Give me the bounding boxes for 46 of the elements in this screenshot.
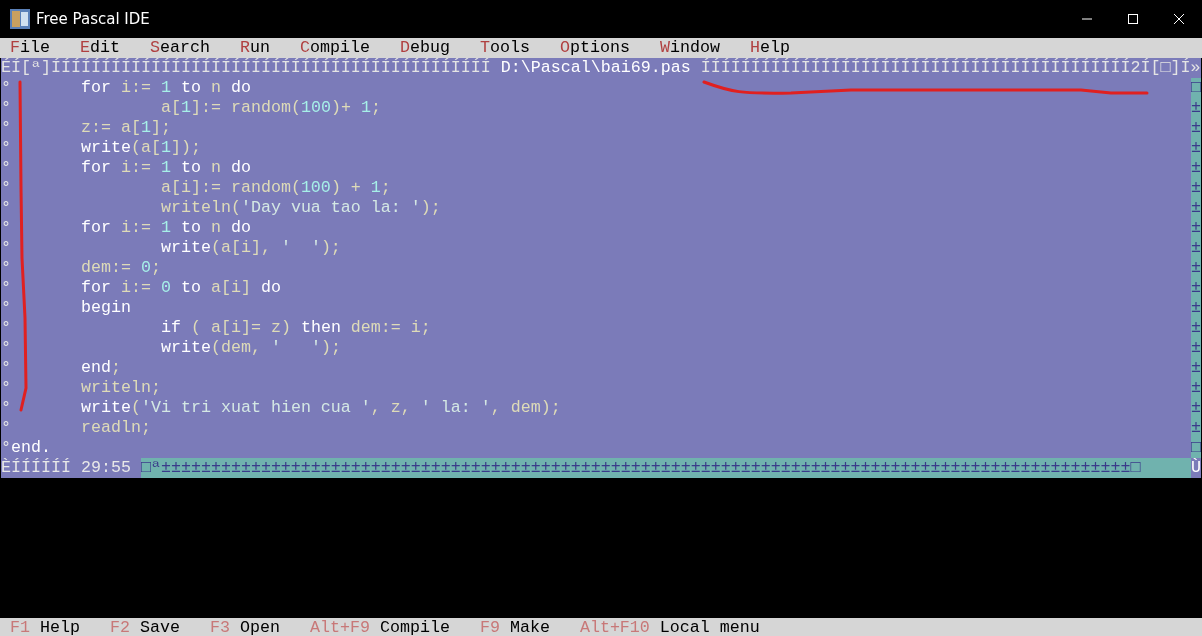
code-line: ° write(dem, ' ');	[1, 338, 341, 358]
code-line: ° readln;	[1, 418, 151, 438]
menu-item[interactable]: Debug	[399, 38, 450, 58]
code-line: ° write(a[1]);	[1, 138, 201, 158]
menu-item[interactable]: Options	[559, 38, 630, 58]
window-title: Free Pascal IDE	[36, 10, 151, 28]
cursor-position: ÈÍÍÍÍÍÍ 29:55	[1, 458, 132, 478]
code-line: °end.	[1, 438, 51, 458]
menu-item[interactable]: Edit	[80, 38, 120, 58]
code-line: ° a[1]:= random(100)+ 1;	[1, 98, 381, 118]
code-line: ° z:= a[1];	[1, 118, 171, 138]
menu-item[interactable]: Compile	[300, 38, 370, 58]
code-line: ° if ( a[i]= z) then dem:= i;	[1, 318, 431, 338]
code-line: ° end;	[1, 358, 121, 378]
code-line: ° write(a[i], ' ');	[1, 238, 341, 258]
code-line: ° writeln('Day vua tao la: ');	[1, 198, 441, 218]
code-line: ° for i:= 0 to a[i] do	[1, 278, 281, 298]
shortcut-hint[interactable]: Alt+F9 Compile	[309, 618, 450, 636]
code-line: ° begin	[1, 298, 131, 318]
frame-border: ÍÍÍÍÍÍÍÍÍÍÍÍÍÍÍÍÍÍÍÍÍÍÍÍÍÍÍÍÍÍÍÍÍÍÍÍÍÍÍÍÍÍÍ2Í[□]Í»	[700, 58, 1201, 78]
code-line: ° write('Vi tri xuat hien cua ', z, ' la: ', dem);	[1, 398, 561, 418]
frame-border: ÉÍ[ª]ÍÍÍÍÍÍÍÍÍÍÍÍÍÍÍÍÍÍÍÍÍÍÍÍÍÍÍÍÍÍÍÍÍÍÍÍÍÍÍÍÍÍÍÍ	[1, 58, 492, 78]
shortcut-hint[interactable]: F2 Save	[110, 618, 180, 636]
maximize-icon	[1127, 13, 1139, 25]
vertical-scrollbar[interactable]: □±±±±±±±±±±±±±±±±±□	[1191, 78, 1201, 458]
file-title: D:\Pascal\bai69.pas	[500, 58, 692, 78]
shortcut-hint[interactable]: F9 Make	[479, 618, 550, 636]
menu-item[interactable]: Help	[749, 38, 790, 58]
shortcut-hint[interactable]: F1 Help	[10, 618, 80, 636]
code-line: ° a[i]:= random(100) + 1;	[1, 178, 391, 198]
menu-item[interactable]: Search	[150, 38, 210, 58]
menu-item[interactable]: File	[10, 38, 50, 58]
app-icon	[10, 9, 30, 29]
code-line: ° for i:= 1 to n do	[1, 218, 251, 238]
shortcut-hint[interactable]: Alt+F10 Local menu	[579, 618, 760, 636]
code-line: ° dem:= 0;	[1, 258, 161, 278]
code-line: ° writeln;	[1, 378, 161, 398]
menu-item[interactable]: Tools	[479, 38, 530, 58]
code-line: ° for i:= 1 to n do	[1, 158, 251, 178]
close-icon	[1173, 13, 1185, 25]
horizontal-scrollbar[interactable]: □ª±±±±±±±±±±±±±±±±±±±±±±±±±±±±±±±±±±±±±±±±±±±±±±±±±±±±±±±±±±±±±±±±±±±±±±±±±±±±±±±±±±±±±±±±±±±±±±±±±□	[140, 458, 1191, 478]
code-line: ° for i:= 1 to n do	[1, 78, 251, 98]
frame-corner: Ù	[1191, 458, 1201, 478]
menu-item[interactable]: Window	[659, 38, 720, 58]
menu-item[interactable]: Run	[240, 38, 270, 58]
shortcut-hint[interactable]: F3 Open	[209, 618, 280, 636]
